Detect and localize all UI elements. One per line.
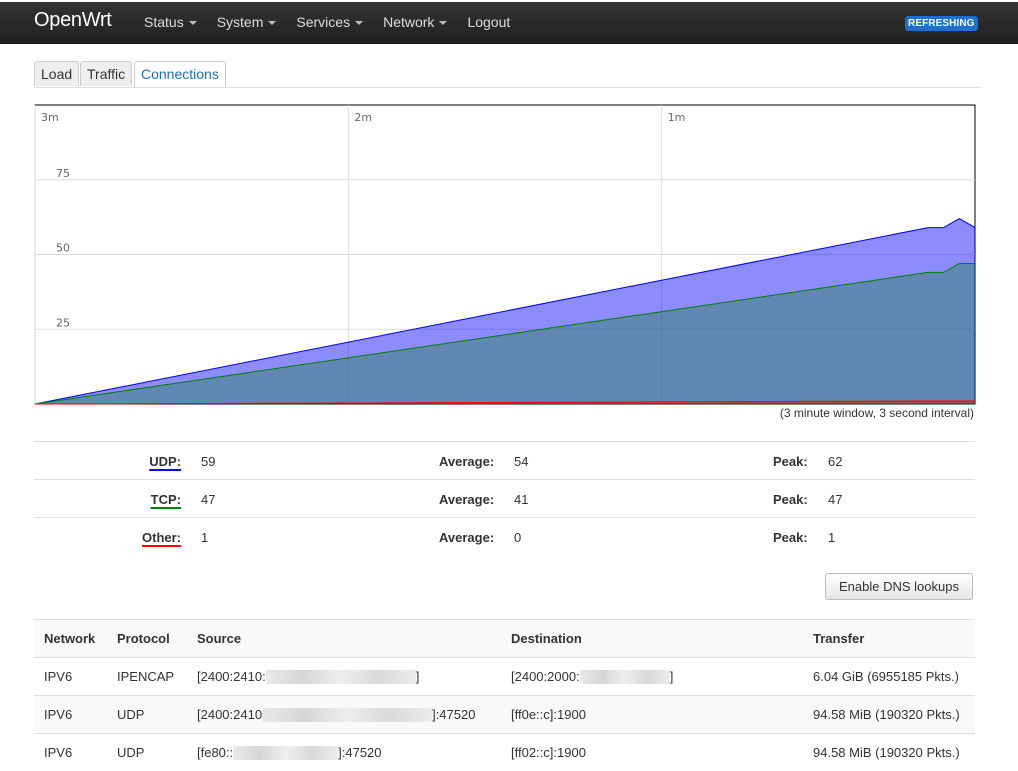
- source-prefix: [2400:2410: [197, 707, 262, 722]
- header-destination: Destination: [501, 620, 803, 658]
- tab-connections[interactable]: Connections: [134, 61, 226, 87]
- header-transfer: Transfer: [803, 620, 975, 658]
- tab-bar: Load Traffic Connections: [34, 61, 980, 88]
- cell-destination: [ff0e::c]:1900: [501, 696, 803, 734]
- cell-network: IPV6: [34, 658, 107, 696]
- cell-transfer: 94.58 MiB (190320 Pkts.): [803, 696, 975, 734]
- y-tick-label: 50: [56, 242, 70, 255]
- menu-logout-label: Logout: [467, 14, 510, 30]
- menu-network[interactable]: Network: [383, 2, 447, 43]
- destination-prefix: [ff02::c]:1900: [511, 745, 586, 760]
- connections-chart: 75 50 25 3m 2m 1m: [34, 104, 976, 406]
- other-current: 1: [201, 530, 208, 545]
- redacted-block: [580, 670, 670, 684]
- enable-dns-lookups-button[interactable]: Enable DNS lookups: [825, 573, 973, 600]
- cell-destination: [ff02::c]:1900: [501, 734, 803, 771]
- udp-peak: 62: [828, 454, 842, 469]
- udp-peak-label: Peak:: [773, 454, 808, 469]
- cell-protocol: UDP: [107, 696, 187, 734]
- source-suffix: ]: [416, 669, 420, 684]
- chevron-down-icon: [439, 21, 447, 25]
- destination-suffix: ]: [670, 669, 674, 684]
- x-tick-label: 3m: [41, 111, 59, 124]
- cell-network: IPV6: [34, 696, 107, 734]
- menu-system-label: System: [217, 14, 264, 30]
- main-menu: Status System Services Network Logout: [144, 2, 530, 43]
- chevron-down-icon: [355, 21, 363, 25]
- table-row: IPV6 UDP [fe80::]:47520 [ff02::c]:1900 9…: [34, 734, 975, 771]
- cell-protocol: UDP: [107, 734, 187, 771]
- udp-average: 54: [514, 454, 528, 469]
- x-tick-label: 1m: [668, 111, 686, 124]
- stat-row-udp: UDP: 59 Average: 54 Peak: 62: [34, 441, 975, 479]
- source-prefix: [2400:2410:: [197, 669, 266, 684]
- udp-current: 59: [201, 454, 215, 469]
- header-protocol: Protocol: [107, 620, 187, 658]
- menu-services[interactable]: Services: [296, 2, 363, 43]
- cell-source: [2400:2410 ]:47520: [187, 696, 501, 734]
- y-tick-label: 25: [56, 316, 70, 329]
- source-suffix: ]:47520: [338, 745, 381, 760]
- table-header-row: Network Protocol Source Destination Tran…: [34, 620, 975, 658]
- cell-source: [fe80::]:47520: [187, 734, 501, 771]
- table-row: IPV6 UDP [2400:2410 ]:47520 [ff0e::c]:190…: [34, 696, 975, 734]
- tcp-average-label: Average:: [439, 492, 494, 507]
- tcp-average: 41: [514, 492, 528, 507]
- tcp-peak: 47: [828, 492, 842, 507]
- other-peak: 1: [828, 530, 835, 545]
- cell-network: IPV6: [34, 734, 107, 771]
- destination-prefix: [2400:2000:: [511, 669, 580, 684]
- menu-logout[interactable]: Logout: [467, 2, 510, 43]
- source-prefix: [fe80::: [197, 745, 233, 760]
- redacted-block: [233, 746, 338, 760]
- tcp-peak-label: Peak:: [773, 492, 808, 507]
- destination-prefix: [ff0e::c]:1900: [511, 707, 586, 722]
- cell-transfer: 94.58 MiB (190320 Pkts.): [803, 734, 975, 771]
- cell-transfer: 6.04 GiB (6955185 Pkts.): [803, 658, 975, 696]
- other-peak-label: Peak:: [773, 530, 808, 545]
- udp-average-label: Average:: [439, 454, 494, 469]
- stat-row-tcp: TCP: 47 Average: 41 Peak: 47: [34, 479, 975, 517]
- menu-status[interactable]: Status: [144, 2, 197, 43]
- connections-table: Network Protocol Source Destination Tran…: [34, 619, 975, 771]
- menu-services-label: Services: [296, 14, 350, 30]
- chevron-down-icon: [189, 21, 197, 25]
- menu-status-label: Status: [144, 14, 184, 30]
- stats-table: UDP: 59 Average: 54 Peak: 62 TCP: 47 Ave…: [34, 441, 975, 555]
- cell-protocol: IPENCAP: [107, 658, 187, 696]
- source-suffix: ]:47520: [432, 707, 475, 722]
- menu-network-label: Network: [383, 14, 434, 30]
- table-row: IPV6 IPENCAP [2400:2410:] [2400:2000:] 6…: [34, 658, 975, 696]
- x-tick-label: 2m: [354, 111, 372, 124]
- other-average: 0: [514, 530, 521, 545]
- other-label: Other:: [142, 530, 181, 545]
- window-note: (3 minute window, 3 second interval): [780, 406, 974, 420]
- udp-label: UDP:: [149, 454, 181, 469]
- cell-source: [2400:2410:]: [187, 658, 501, 696]
- tcp-label: TCP:: [151, 492, 181, 507]
- other-average-label: Average:: [439, 530, 494, 545]
- refreshing-badge[interactable]: REFRESHING: [905, 16, 978, 31]
- header-source: Source: [187, 620, 501, 658]
- redacted-block: [262, 708, 432, 722]
- menu-system[interactable]: System: [217, 2, 277, 43]
- brand-logo[interactable]: OpenWrt: [34, 9, 112, 32]
- header-network: Network: [34, 620, 107, 658]
- cell-destination: [2400:2000:]: [501, 658, 803, 696]
- navbar: OpenWrt Status System Services Network L…: [0, 2, 1018, 44]
- tab-load[interactable]: Load: [34, 61, 79, 86]
- tcp-current: 47: [201, 492, 215, 507]
- tab-traffic[interactable]: Traffic: [80, 61, 132, 86]
- chevron-down-icon: [268, 21, 276, 25]
- y-tick-label: 75: [56, 167, 70, 180]
- redacted-block: [266, 670, 416, 684]
- stat-row-other: Other: 1 Average: 0 Peak: 1: [34, 517, 975, 555]
